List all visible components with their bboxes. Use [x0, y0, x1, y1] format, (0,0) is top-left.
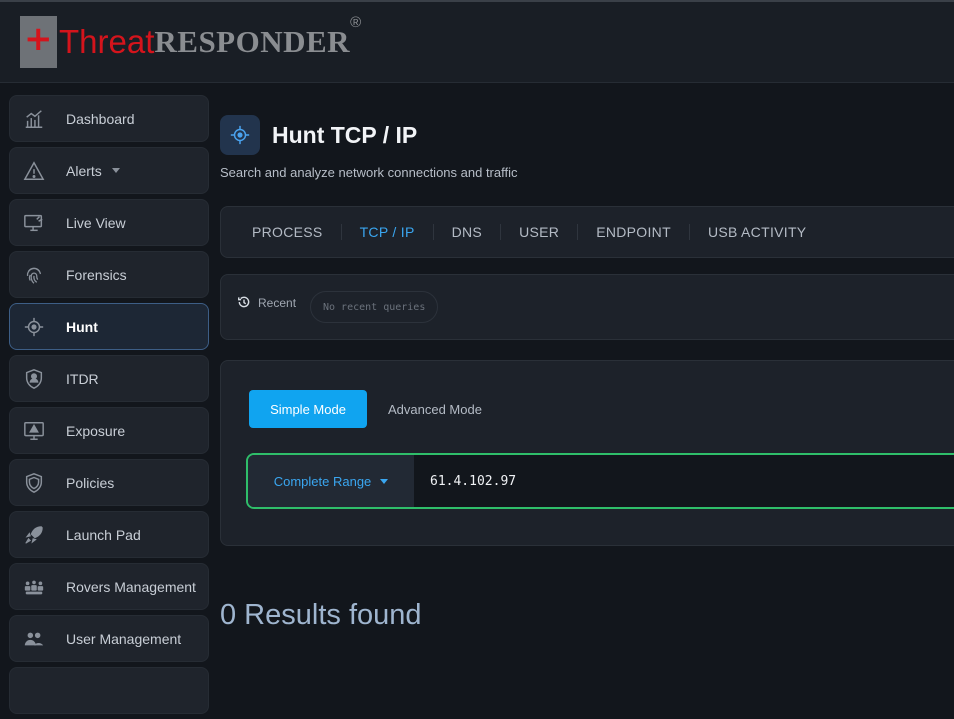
- sidebar-item-label: Alerts: [66, 162, 102, 179]
- sidebar-item-rovers-management[interactable]: Rovers Management: [9, 563, 209, 610]
- warning-icon: [22, 159, 46, 183]
- sidebar-item-forensics[interactable]: Forensics: [9, 251, 209, 298]
- query-panel: Simple Mode Advanced Mode Complete Range: [220, 360, 954, 546]
- sidebar-item-itdr[interactable]: ITDR: [9, 355, 209, 402]
- sidebar-item-hunt[interactable]: Hunt: [9, 303, 209, 350]
- range-dropdown[interactable]: Complete Range: [248, 455, 414, 507]
- simple-mode-button[interactable]: Simple Mode: [249, 390, 367, 428]
- threatresponder-logo[interactable]: + Threat RESPONDER ®: [20, 14, 362, 68]
- page-header: Hunt TCP / IP: [220, 115, 417, 155]
- chevron-down-icon: [380, 478, 389, 484]
- monitor-alert-icon: [22, 419, 46, 443]
- users-icon: [22, 627, 46, 651]
- sidebar-item-partial[interactable]: [9, 667, 209, 714]
- sidebar-item-label: Live View: [66, 214, 126, 231]
- crosshair-icon: [220, 115, 260, 155]
- logo-text-responder: RESPONDER: [154, 24, 351, 59]
- app-header: + Threat RESPONDER ®: [0, 2, 954, 83]
- sidebar-item-exposure[interactable]: Exposure: [9, 407, 209, 454]
- sidebar-item-label: Rovers Management: [66, 578, 196, 595]
- search-bar: Complete Range: [246, 453, 954, 509]
- hunt-tabs: PROCESS TCP / IP DNS USER ENDPOINT USB A…: [220, 206, 954, 258]
- logo-registered-mark: ®: [350, 14, 362, 31]
- sidebar-item-label: Launch Pad: [66, 526, 141, 543]
- crosshair-icon: [22, 315, 46, 339]
- sidebar-item-launch-pad[interactable]: Launch Pad: [9, 511, 209, 558]
- sidebar-item-label: ITDR: [66, 370, 99, 387]
- chevron-down-icon: [111, 168, 120, 173]
- sidebar-item-live-view[interactable]: Live View: [9, 199, 209, 246]
- sidebar-item-label: Forensics: [66, 266, 127, 283]
- rocket-icon: [22, 523, 46, 547]
- sidebar-item-user-management[interactable]: User Management: [9, 615, 209, 662]
- tab-usb-activity[interactable]: USB ACTIVITY: [690, 224, 825, 240]
- tab-process[interactable]: PROCESS: [221, 224, 341, 240]
- identity-icon: [22, 367, 46, 391]
- chart-icon: [22, 107, 46, 131]
- range-dropdown-label: Complete Range: [273, 473, 372, 489]
- tab-endpoint[interactable]: ENDPOINT: [578, 224, 689, 240]
- sidebar-item-alerts[interactable]: Alerts: [9, 147, 209, 194]
- rovers-icon: [22, 575, 46, 599]
- sidebar-item-label: Dashboard: [66, 110, 135, 127]
- logo-text-threat: Threat: [59, 23, 155, 60]
- results-count: 0 Results found: [220, 599, 422, 631]
- monitor-icon: [22, 211, 46, 235]
- tab-dns[interactable]: DNS: [434, 224, 500, 240]
- ip-search-input[interactable]: [414, 455, 954, 507]
- recent-queries-panel: Recent No recent queries: [220, 274, 954, 340]
- recent-empty-chip: No recent queries: [310, 291, 439, 323]
- tab-tcp-ip[interactable]: TCP / IP: [342, 224, 433, 240]
- page-subtitle: Search and analyze network connections a…: [220, 165, 518, 180]
- sidebar-item-policies[interactable]: Policies: [9, 459, 209, 506]
- shield-icon: [22, 471, 46, 495]
- sidebar-item-label: Policies: [66, 474, 115, 491]
- sidebar-nav: Dashboard Alerts Live View Forensics Hun…: [9, 95, 209, 719]
- sidebar-item-label: Exposure: [66, 422, 126, 439]
- sidebar-item-dashboard[interactable]: Dashboard: [9, 95, 209, 142]
- advanced-mode-button[interactable]: Advanced Mode: [388, 390, 482, 428]
- sidebar-item-label: User Management: [66, 630, 182, 647]
- page-title: Hunt TCP / IP: [272, 121, 418, 148]
- logo-mark: +: [20, 16, 57, 68]
- logo-plus-icon: +: [24, 19, 53, 59]
- recent-label: Recent: [258, 296, 297, 310]
- sidebar-item-label: Hunt: [66, 318, 98, 335]
- history-icon: [238, 296, 250, 308]
- tab-user[interactable]: USER: [501, 224, 577, 240]
- fingerprint-icon: [22, 263, 46, 287]
